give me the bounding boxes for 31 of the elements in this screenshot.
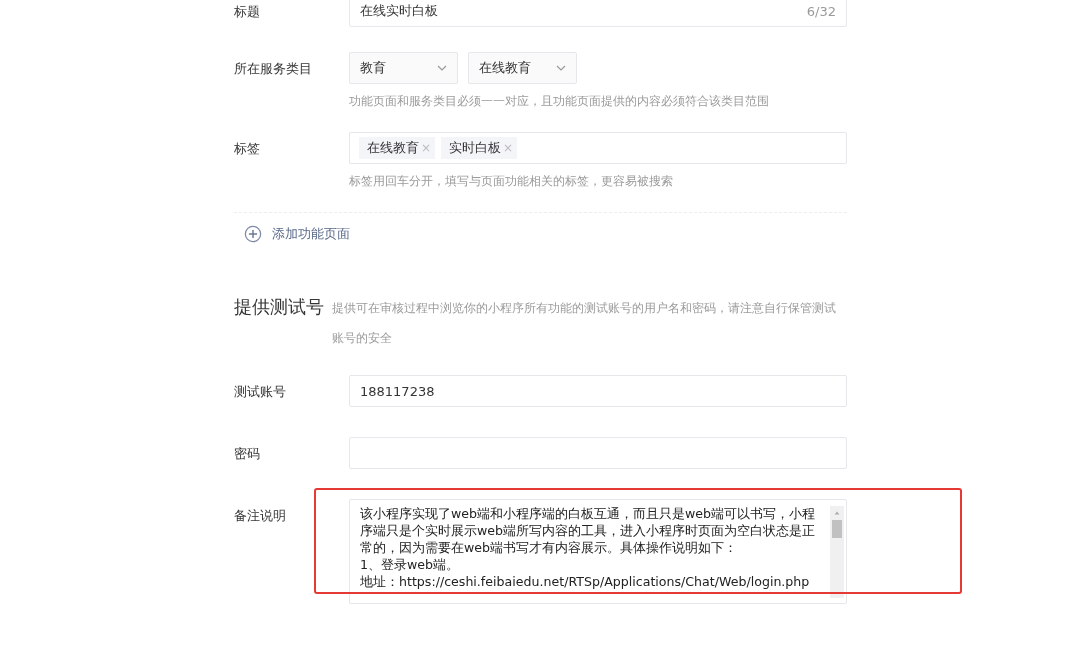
field-value: 在线实时白板 [360, 2, 439, 20]
input-field[interactable]: 188117238 [349, 375, 847, 407]
field-label: 标题 [234, 3, 261, 21]
textarea-line: 1、登录web端。 [360, 556, 461, 573]
category-select[interactable]: 教育 [349, 52, 458, 84]
textarea-line: 该小程序实现了web端和小程序端的白板互通，而且只是web端可以书写，小程序端只是个实时展示web端所写内容的工具，进入小程序时页面为空白状态是正常的，因为需要在web端书写才有内容展示。具体操作说明如下： [360, 505, 817, 556]
chevron-down-icon [437, 65, 447, 71]
field-label: 标签 [234, 140, 261, 158]
remarks-textarea[interactable]: 该小程序实现了web端和小程序端的白板互通，而且只是web端可以书写，小程序端只是个实时展示web端所写内容的工具，进入小程序时页面为空白状态是正常的，因为需要在web端书写才有内容展示。具体操作说明如下： 1、登录web端。 地址：https://ceshi.feibaiedu.net/RTSp/Applications/Chat/Web/login.php [349, 499, 847, 604]
scroll-thumb[interactable] [832, 520, 842, 538]
scroll-up-arrow-icon[interactable] [833, 510, 841, 516]
section-description: 提供可在审核过程中浏览你的小程序所有功能的测试账号的用户名和密码，请注意自行保管测试账号的安全 [332, 300, 837, 347]
field-label: 备注说明 [234, 507, 287, 525]
title-field[interactable]: 在线实时白板 6/32 [349, 0, 847, 27]
hint-text: 功能页面和服务类目必须一一对应，且功能页面提供的内容必须符合该类目范围 [349, 93, 770, 109]
chevron-down-icon [556, 65, 566, 71]
scrollbar[interactable] [830, 506, 844, 598]
field-value: 188117238 [360, 383, 436, 399]
category-select[interactable]: 在线教育 [468, 52, 577, 84]
tag-text: 实时白板 [449, 139, 502, 157]
textarea-line: 地址：https://ceshi.feibaiedu.net/RTSp/Applications/Chat/Web/login.php [360, 573, 811, 590]
add-page-link[interactable]: 添加功能页面 [244, 225, 350, 243]
field-label: 密码 [234, 445, 261, 463]
char-counter: 6/32 [806, 3, 836, 19]
input-field[interactable] [349, 437, 847, 469]
plus-circle-icon [244, 225, 262, 243]
field-label: 所在服务类目 [234, 60, 313, 78]
section-heading: 提供测试号 [234, 295, 324, 319]
tag-text: 在线教育 [367, 139, 419, 157]
hint-text: 标签用回车分开，填写与页面功能相关的标签，更容易被搜索 [349, 173, 674, 189]
field-label: 测试账号 [234, 383, 287, 401]
